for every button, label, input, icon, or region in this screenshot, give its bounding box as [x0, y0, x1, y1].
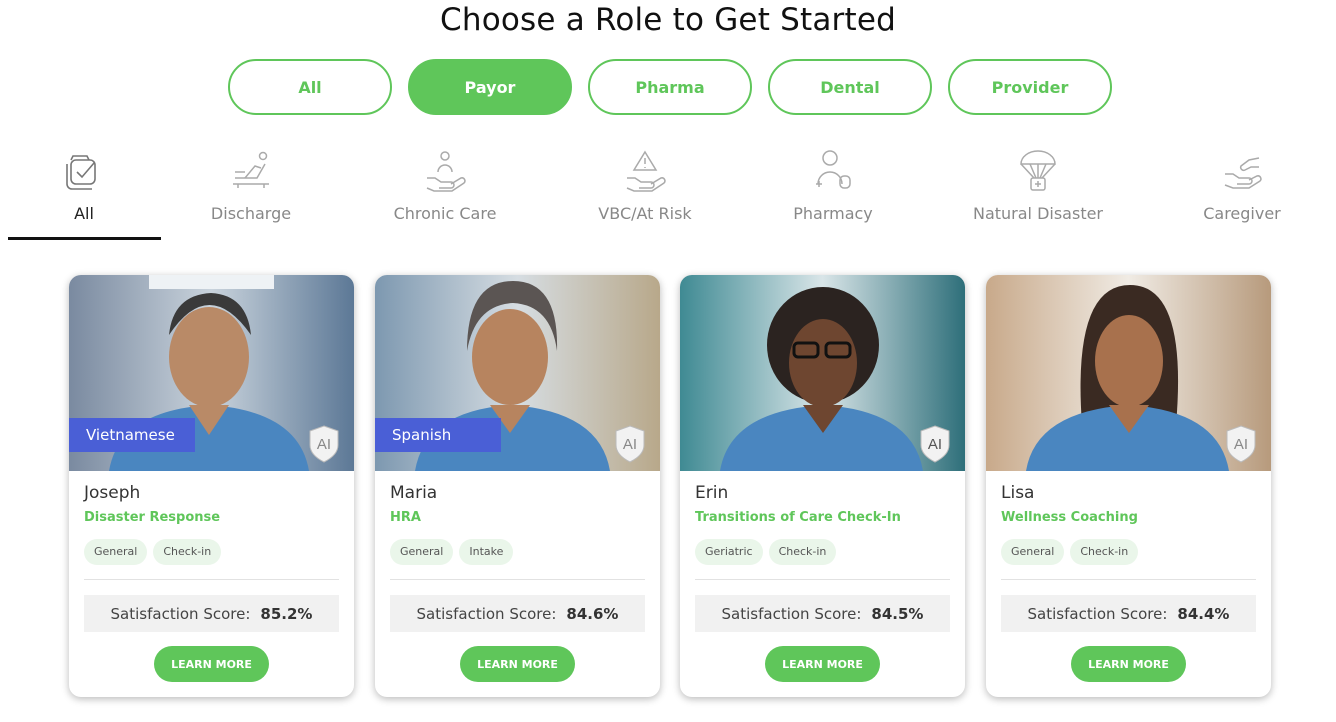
satisfaction-score: Satisfaction Score: 84.5%	[695, 595, 950, 632]
learn-more-button[interactable]: LEARN MORE	[460, 646, 575, 682]
score-label: Satisfaction Score:	[721, 604, 862, 623]
category-tab-natural-disaster[interactable]: Natural Disaster	[948, 148, 1128, 223]
tag: Check-in	[768, 539, 837, 565]
tag: General	[1001, 539, 1065, 565]
svg-text:AI: AI	[317, 436, 331, 453]
agent-tags: General Check-in	[1001, 539, 1139, 565]
divider	[84, 579, 339, 580]
role-tab-provider[interactable]: Provider	[948, 59, 1112, 115]
category-label: Pharmacy	[793, 204, 873, 223]
category-label: VBC/At Risk	[598, 204, 692, 223]
agent-role: HRA	[390, 510, 421, 525]
tag: Check-in	[1070, 539, 1139, 565]
ai-badge-icon: AI	[919, 425, 951, 463]
hospital-bed-icon	[230, 148, 272, 194]
category-label: Discharge	[210, 204, 292, 223]
divider	[390, 579, 645, 580]
tag: General	[84, 539, 148, 565]
page-title: Choose a Role to Get Started	[440, 2, 896, 38]
category-tab-chronic-care[interactable]: Chronic Care	[355, 148, 535, 223]
agent-card: AI Lisa Wellness Coaching General Check-…	[986, 275, 1271, 697]
agent-photo: Vietnamese AI	[69, 275, 354, 471]
learn-more-button[interactable]: LEARN MORE	[1071, 646, 1186, 682]
hand-warning-icon	[624, 148, 666, 194]
agent-photo: Spanish AI	[375, 275, 660, 471]
category-tab-all[interactable]: All	[0, 148, 174, 223]
agent-name: Erin	[695, 483, 729, 503]
learn-more-button[interactable]: LEARN MORE	[765, 646, 880, 682]
tag: Intake	[459, 539, 514, 565]
role-tab-dental[interactable]: Dental	[768, 59, 932, 115]
agent-tags: General Check-in	[84, 539, 222, 565]
agent-role: Disaster Response	[84, 510, 221, 525]
score-label: Satisfaction Score:	[110, 604, 251, 623]
agent-card: AI Erin Transitions of Care Check-In Ger…	[680, 275, 965, 697]
language-badge: Spanish	[375, 418, 501, 452]
agent-photo: AI	[986, 275, 1271, 471]
agent-role: Wellness Coaching	[1001, 510, 1138, 525]
agent-photo: AI	[680, 275, 965, 471]
score-value: 84.4%	[1177, 604, 1230, 623]
satisfaction-score: Satisfaction Score: 85.2%	[84, 595, 339, 632]
hand-person-icon	[424, 148, 466, 194]
category-tab-discharge[interactable]: Discharge	[161, 148, 341, 223]
ai-badge-icon: AI	[1225, 425, 1257, 463]
agent-card: Vietnamese AI Joseph Disaster Response G…	[69, 275, 354, 697]
parachute-aid-icon	[1017, 148, 1059, 194]
svg-text:AI: AI	[623, 436, 637, 453]
category-tabs: All Discharge Chronic Care VBC/At Risk P…	[0, 148, 1336, 243]
language-badge: Vietnamese	[69, 418, 195, 452]
role-tab-payor[interactable]: Payor	[408, 59, 572, 115]
agent-card: Spanish AI Maria HRA General Intake Sati…	[375, 275, 660, 697]
divider	[695, 579, 950, 580]
ai-badge-icon: AI	[614, 425, 646, 463]
satisfaction-score: Satisfaction Score: 84.4%	[1001, 595, 1256, 632]
category-label: Caregiver	[1203, 204, 1281, 223]
score-value: 84.6%	[566, 604, 619, 623]
category-tab-caregiver[interactable]: Caregiver	[1152, 148, 1332, 223]
active-tab-underline	[8, 237, 161, 240]
agent-tags: General Intake	[390, 539, 514, 565]
tag: General	[390, 539, 454, 565]
category-label: All	[74, 204, 94, 223]
score-label: Satisfaction Score:	[1027, 604, 1168, 623]
agent-role: Transitions of Care Check-In	[695, 510, 901, 525]
role-filter-tabs: All Payor Pharma Dental Provider	[228, 59, 1112, 115]
tag: Check-in	[153, 539, 222, 565]
pharmacist-icon	[812, 148, 854, 194]
score-value: 84.5%	[871, 604, 924, 623]
svg-text:AI: AI	[928, 436, 942, 453]
category-label: Chronic Care	[393, 204, 497, 223]
svg-text:AI: AI	[1234, 436, 1248, 453]
satisfaction-score: Satisfaction Score: 84.6%	[390, 595, 645, 632]
agent-tags: Geriatric Check-in	[695, 539, 837, 565]
checklist-icon	[63, 148, 105, 194]
helping-hands-icon	[1221, 148, 1263, 194]
agent-name: Joseph	[84, 483, 141, 503]
agent-name: Maria	[390, 483, 438, 503]
score-value: 85.2%	[260, 604, 313, 623]
category-tab-pharmacy[interactable]: Pharmacy	[743, 148, 923, 223]
tag: Geriatric	[695, 539, 763, 565]
category-label: Natural Disaster	[972, 204, 1104, 223]
category-tab-vbc-at-risk[interactable]: VBC/At Risk	[555, 148, 735, 223]
role-tab-all[interactable]: All	[228, 59, 392, 115]
divider	[1001, 579, 1256, 580]
ai-badge-icon: AI	[308, 425, 340, 463]
learn-more-button[interactable]: LEARN MORE	[154, 646, 269, 682]
score-label: Satisfaction Score:	[416, 604, 557, 623]
role-tab-pharma[interactable]: Pharma	[588, 59, 752, 115]
agent-name: Lisa	[1001, 483, 1035, 503]
